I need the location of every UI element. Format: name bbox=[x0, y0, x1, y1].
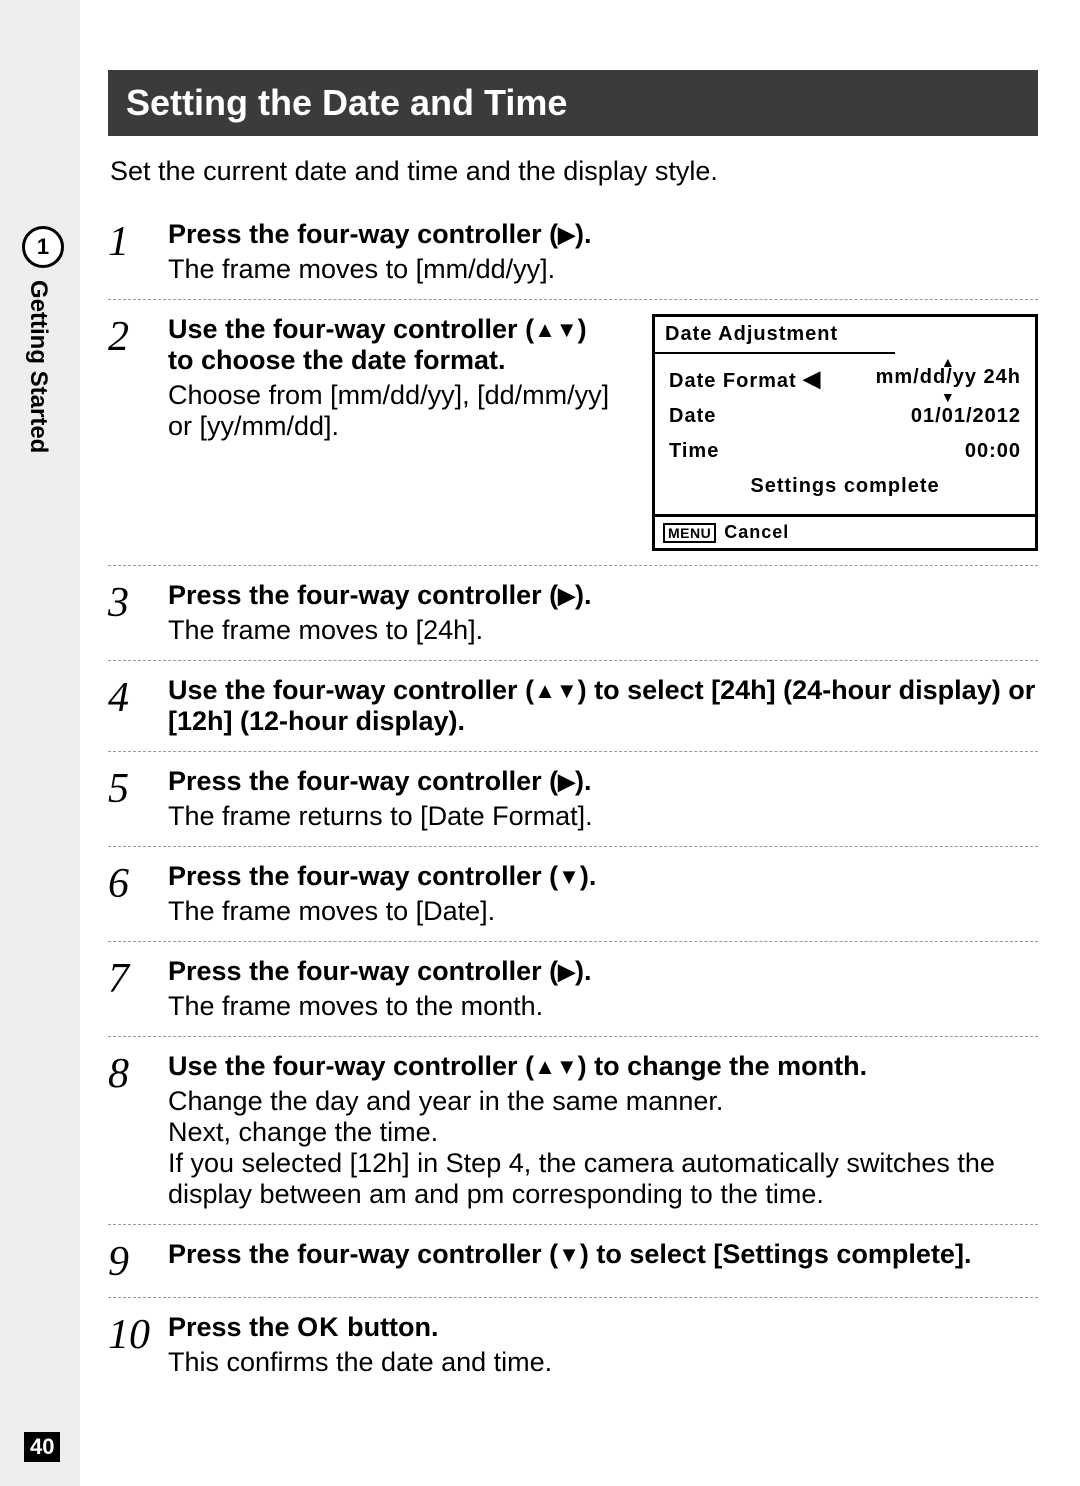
step-body: Press the four-way controller (▼). The fr… bbox=[168, 861, 1038, 927]
step-title: Press the four-way controller (▶). bbox=[168, 219, 1038, 250]
cam-format-label: Date Format ◀ bbox=[669, 366, 821, 393]
page-number: 40 bbox=[24, 1432, 60, 1462]
controller-glyph: ▶ bbox=[558, 583, 575, 608]
camera-screen: Date Adjustment Date Format ◀ ▲ mm/dd/yy… bbox=[652, 314, 1038, 551]
step-text: This confirms the date and time. bbox=[168, 1347, 1038, 1378]
step-body: Press the four-way controller (▶). The fr… bbox=[168, 580, 1038, 646]
step-body: Use the four-way controller (▲▼) to sele… bbox=[168, 675, 1038, 737]
left-arrow-icon: ◀ bbox=[803, 366, 821, 391]
step-number: 5 bbox=[108, 766, 168, 810]
step-body: Press the four-way controller (▶). The fr… bbox=[168, 219, 1038, 285]
step-title: Press the OK button. bbox=[168, 1312, 1038, 1343]
page-content: Setting the Date and Time Set the curren… bbox=[108, 70, 1038, 1392]
controller-glyph: ▲▼ bbox=[534, 317, 578, 342]
page-intro: Set the current date and time and the di… bbox=[110, 156, 1036, 187]
controller-glyph: ▼ bbox=[558, 1242, 580, 1267]
step-title: Use the four-way controller (▲▼) to chan… bbox=[168, 1051, 1038, 1082]
step-6: 6 Press the four-way controller (▼). The … bbox=[108, 846, 1038, 941]
step-5: 5 Press the four-way controller (▶). The … bbox=[108, 751, 1038, 846]
step-body: Press the four-way controller (▼) to sel… bbox=[168, 1239, 1038, 1270]
step-number: 6 bbox=[108, 861, 168, 905]
step-number: 3 bbox=[108, 580, 168, 624]
cam-date-label: Date bbox=[669, 405, 716, 428]
step-text: The frame moves to the month. bbox=[168, 991, 1038, 1022]
cam-row-date: Date 01/01/2012 bbox=[665, 399, 1025, 434]
cam-row-time: Time 00:00 bbox=[665, 434, 1025, 469]
cam-footer: MENU Cancel bbox=[655, 514, 1035, 548]
step-title: Press the four-way controller (▼). bbox=[168, 861, 1038, 892]
left-rail: 1 Getting Started 40 bbox=[0, 0, 80, 1486]
cam-format-value: ▲ mm/dd/yy 24h ▼ bbox=[876, 366, 1021, 393]
step-number: 10 bbox=[108, 1312, 168, 1356]
step-number: 8 bbox=[108, 1051, 168, 1095]
step-title: Use the four-way controller (▲▼) to sele… bbox=[168, 675, 1038, 737]
step-title: Use the four-way controller (▲▼) to choo… bbox=[168, 314, 618, 376]
step-text: The frame moves to [Date]. bbox=[168, 896, 1038, 927]
controller-glyph: ▶ bbox=[558, 959, 575, 984]
cam-row-format: Date Format ◀ ▲ mm/dd/yy 24h ▼ bbox=[665, 360, 1025, 399]
step-body: Press the OK button. This confirms the da… bbox=[168, 1312, 1038, 1378]
cam-title: Date Adjustment bbox=[655, 317, 895, 354]
cam-cancel-label: Cancel bbox=[724, 522, 789, 543]
down-arrow-icon: ▼ bbox=[941, 389, 956, 405]
cam-body: Date Format ◀ ▲ mm/dd/yy 24h ▼ Date 01/0… bbox=[655, 354, 1035, 514]
menu-chip: MENU bbox=[663, 523, 716, 543]
step-number: 7 bbox=[108, 956, 168, 1000]
step-1: 1 Press the four-way controller (▶). The … bbox=[108, 205, 1038, 299]
controller-glyph: ▲▼ bbox=[534, 678, 578, 703]
step-title: Press the four-way controller (▶). bbox=[168, 766, 1038, 797]
step-title: Press the four-way controller (▶). bbox=[168, 580, 1038, 611]
section-tab: Getting Started bbox=[0, 280, 80, 480]
step-text: The frame moves to [mm/dd/yy]. bbox=[168, 254, 1038, 285]
step-number: 9 bbox=[108, 1239, 168, 1283]
cam-time-label: Time bbox=[669, 440, 719, 463]
step-body: Use the four-way controller (▲▼) to choo… bbox=[168, 314, 1038, 551]
step-body: Use the four-way controller (▲▼) to chan… bbox=[168, 1051, 1038, 1210]
step-text: The frame returns to [Date Format]. bbox=[168, 801, 1038, 832]
step-body: Press the four-way controller (▶). The fr… bbox=[168, 956, 1038, 1022]
up-arrow-icon: ▲ bbox=[941, 354, 956, 370]
step-body: Press the four-way controller (▶). The fr… bbox=[168, 766, 1038, 832]
chapter-badge: 1 bbox=[22, 226, 64, 268]
controller-glyph: ▲▼ bbox=[534, 1054, 578, 1079]
step-10: 10 Press the OK button. This confirms the… bbox=[108, 1297, 1038, 1392]
step-7: 7 Press the four-way controller (▶). The … bbox=[108, 941, 1038, 1036]
step-title: Press the four-way controller (▶). bbox=[168, 956, 1038, 987]
step-3: 3 Press the four-way controller (▶). The … bbox=[108, 565, 1038, 660]
page-title: Setting the Date and Time bbox=[108, 70, 1038, 136]
controller-glyph: ▼ bbox=[558, 864, 580, 889]
chapter-number: 1 bbox=[37, 234, 49, 260]
step-2: 2 Use the four-way controller (▲▼) to ch… bbox=[108, 299, 1038, 565]
controller-glyph: ▶ bbox=[558, 222, 575, 247]
section-label: Getting Started bbox=[24, 280, 52, 453]
step-8: 8 Use the four-way controller (▲▼) to ch… bbox=[108, 1036, 1038, 1224]
step-title: Press the four-way controller (▼) to sel… bbox=[168, 1239, 1038, 1270]
ok-button-label: OK bbox=[297, 1312, 340, 1342]
cam-time-value: 00:00 bbox=[965, 440, 1021, 463]
step-text: The frame moves to [24h]. bbox=[168, 615, 1038, 646]
step-text: Change the day and year in the same mann… bbox=[168, 1086, 1038, 1210]
step-number: 1 bbox=[108, 219, 168, 263]
step-number: 2 bbox=[108, 314, 168, 358]
step-number: 4 bbox=[108, 675, 168, 719]
step-9: 9 Press the four-way controller (▼) to s… bbox=[108, 1224, 1038, 1297]
step-text: Choose from [mm/dd/yy], [dd/mm/yy] or [y… bbox=[168, 380, 618, 442]
cam-date-value: 01/01/2012 bbox=[911, 405, 1021, 428]
cam-settings-complete: Settings complete bbox=[665, 469, 1025, 508]
step-4: 4 Use the four-way controller (▲▼) to se… bbox=[108, 660, 1038, 751]
controller-glyph: ▶ bbox=[558, 769, 575, 794]
